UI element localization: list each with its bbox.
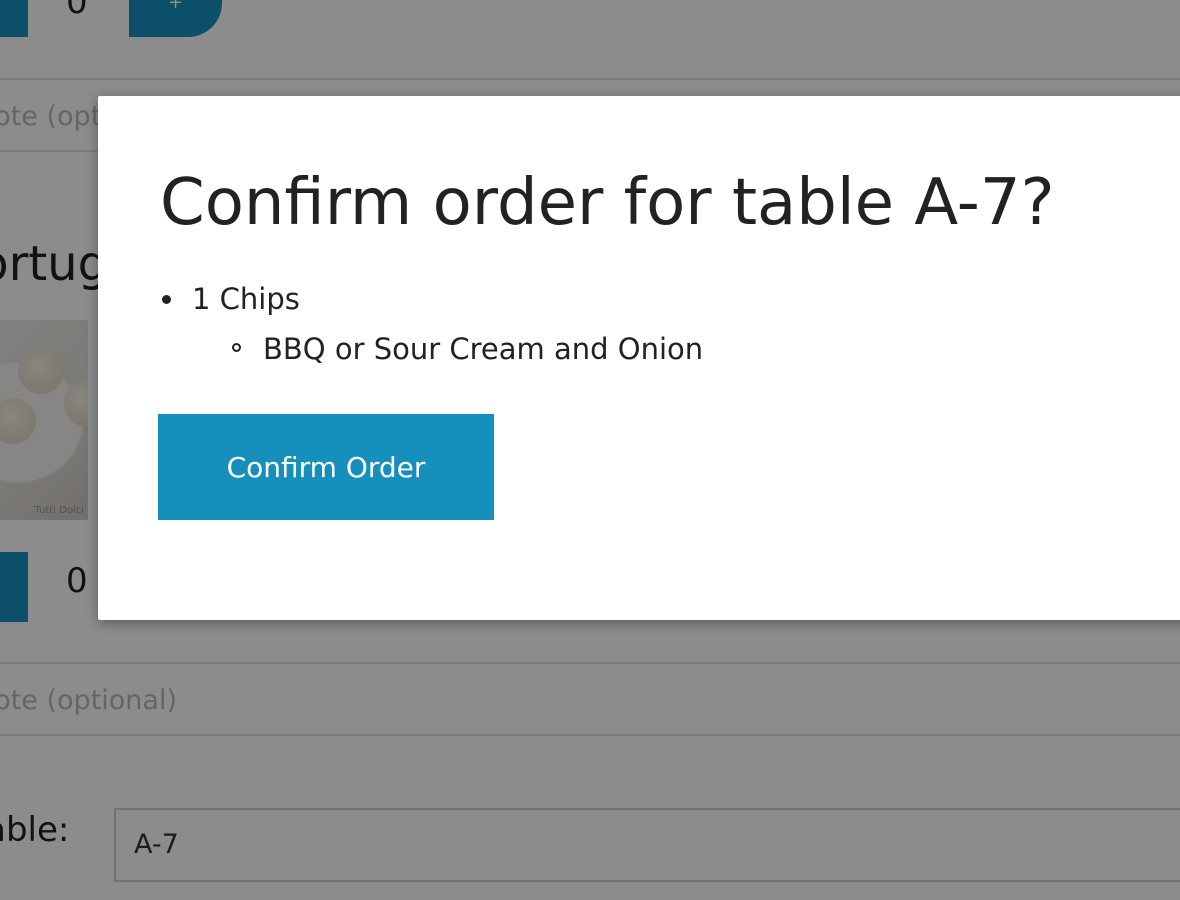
option-label: BBQ or Sour Cream and Onion [263,332,704,366]
order-items-list: 1 Chips BBQ or Sour Cream and Onion [158,281,703,367]
confirm-order-dialog: Confirm order for table A-7? 1 Chips BBQ… [98,96,1180,620]
order-item-option: BBQ or Sour Cream and Onion [192,331,703,367]
bullet-icon [162,295,171,304]
order-item-options: BBQ or Sour Cream and Onion [192,331,703,367]
dialog-title: Confirm order for table A-7? [160,166,1055,240]
circle-bullet-icon [232,343,241,352]
confirm-order-button[interactable]: Confirm Order [158,414,494,520]
order-item: 1 Chips BBQ or Sour Cream and Onion [158,281,703,367]
order-item-label: 1 Chips [192,282,300,316]
